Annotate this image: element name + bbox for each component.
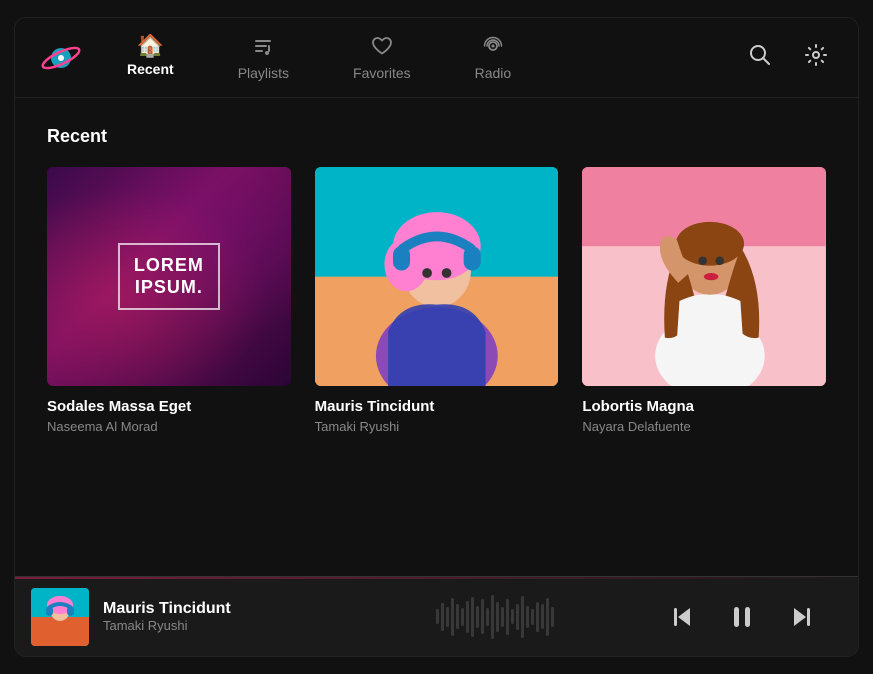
player-controls bbox=[642, 597, 842, 637]
pause-button[interactable] bbox=[722, 597, 762, 637]
nav-label-radio: Radio bbox=[475, 65, 512, 81]
player-artist: Tamaki Ryushi bbox=[103, 618, 348, 633]
settings-button[interactable] bbox=[798, 37, 834, 79]
prev-button[interactable] bbox=[662, 597, 702, 637]
home-icon: 🏠 bbox=[137, 35, 164, 57]
lorem-line1: LOREM bbox=[134, 255, 204, 277]
wbar bbox=[441, 603, 444, 631]
wbar bbox=[466, 601, 469, 633]
search-button[interactable] bbox=[742, 37, 778, 79]
wbar bbox=[546, 598, 549, 636]
wbar bbox=[461, 608, 464, 626]
nav-label-playlists: Playlists bbox=[238, 65, 289, 81]
wbar bbox=[501, 607, 504, 627]
wbar bbox=[511, 609, 514, 624]
wbar bbox=[551, 607, 554, 627]
app-container: 🏠 Recent Playlists bbox=[14, 17, 859, 657]
player-thumb-artwork bbox=[31, 588, 89, 646]
player-title: Mauris Tincidunt bbox=[103, 600, 348, 618]
card-title-1: Sodales Massa Eget bbox=[47, 398, 291, 415]
wbar bbox=[516, 604, 519, 630]
music-card-1[interactable]: LOREM IPSUM. Sodales Massa Eget Naseema … bbox=[47, 167, 291, 434]
music-card-2[interactable]: Mauris Tincidunt Tamaki Ryushi bbox=[315, 167, 559, 434]
card-title-2: Mauris Tincidunt bbox=[315, 398, 559, 415]
nav-item-playlists[interactable]: Playlists bbox=[226, 27, 301, 89]
nav-items: 🏠 Recent Playlists bbox=[115, 27, 742, 89]
waveform-bars bbox=[436, 592, 554, 642]
playlist-icon bbox=[252, 35, 274, 61]
cards-row: LOREM IPSUM. Sodales Massa Eget Naseema … bbox=[47, 167, 826, 434]
player-waveform bbox=[348, 592, 642, 642]
wbar bbox=[526, 606, 529, 628]
wbar bbox=[481, 599, 484, 634]
card-artwork-1: LOREM IPSUM. bbox=[47, 167, 291, 386]
wbar bbox=[506, 599, 509, 635]
radio-icon bbox=[482, 35, 504, 61]
wbar bbox=[451, 598, 454, 636]
section-title: Recent bbox=[47, 126, 826, 147]
logo bbox=[39, 36, 83, 80]
player-info: Mauris Tincidunt Tamaki Ryushi bbox=[103, 600, 348, 633]
wbar bbox=[486, 608, 489, 626]
card-image-2 bbox=[315, 167, 559, 386]
player-bar: Mauris Tincidunt Tamaki Ryushi bbox=[15, 576, 858, 656]
nav-item-favorites[interactable]: Favorites bbox=[341, 27, 423, 89]
wbar bbox=[436, 609, 439, 624]
card-artist-1: Naseema Al Morad bbox=[47, 419, 291, 434]
wbar bbox=[521, 596, 524, 638]
player-thumbnail bbox=[31, 588, 89, 646]
card-artist-2: Tamaki Ryushi bbox=[315, 419, 559, 434]
nav-item-recent[interactable]: 🏠 Recent bbox=[115, 27, 186, 89]
nav-item-radio[interactable]: Radio bbox=[463, 27, 524, 89]
card-image-1: LOREM IPSUM. bbox=[47, 167, 291, 386]
wbar bbox=[446, 607, 449, 627]
music-card-3[interactable]: Lobortis Magna Nayara Delafuente bbox=[582, 167, 826, 434]
nav-label-favorites: Favorites bbox=[353, 65, 411, 81]
wbar bbox=[456, 604, 459, 629]
heart-icon bbox=[371, 35, 393, 61]
card-artwork-2 bbox=[315, 167, 559, 386]
card-title-3: Lobortis Magna bbox=[582, 398, 826, 415]
nav-actions bbox=[742, 37, 834, 79]
card-image-3 bbox=[582, 167, 826, 386]
lorem-box: LOREM IPSUM. bbox=[118, 243, 220, 310]
main-content: Recent LOREM IPSUM. Sodales Massa Eget N… bbox=[15, 98, 858, 576]
wbar bbox=[531, 609, 534, 625]
wbar bbox=[471, 597, 474, 637]
wbar bbox=[496, 602, 499, 632]
next-button[interactable] bbox=[782, 597, 822, 637]
card-artist-3: Nayara Delafuente bbox=[582, 419, 826, 434]
top-nav: 🏠 Recent Playlists bbox=[15, 18, 858, 98]
wbar bbox=[536, 602, 539, 632]
nav-label-recent: Recent bbox=[127, 61, 174, 77]
lorem-line2: IPSUM. bbox=[134, 277, 204, 299]
wbar bbox=[476, 606, 479, 628]
wbar bbox=[541, 604, 544, 629]
card-artwork-3 bbox=[582, 167, 826, 386]
wbar bbox=[491, 595, 494, 639]
